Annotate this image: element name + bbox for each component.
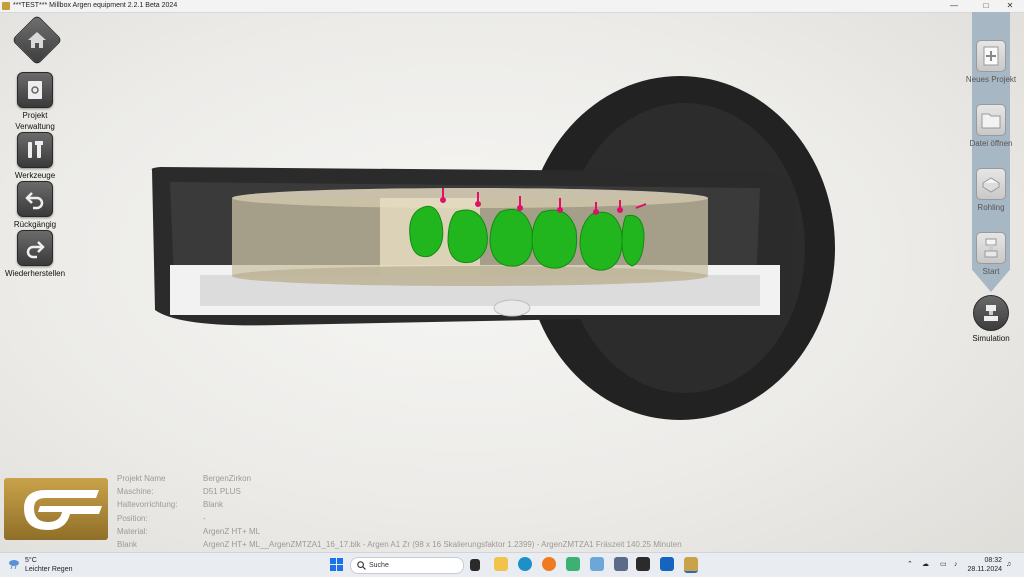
projekt-verwaltung-button[interactable]: Projekt Verwaltung — [0, 72, 70, 132]
project-info-panel: Projekt Name BergenZirkon Maschine: D51 PL… — [117, 472, 682, 551]
project-icon — [17, 72, 53, 108]
werkzeuge-button[interactable]: Werkzeuge — [0, 132, 70, 181]
windows-start-icon[interactable] — [330, 558, 343, 571]
clock-time: 08:32 — [984, 557, 1002, 564]
neues-projekt-label: Neues Projekt — [965, 75, 1017, 84]
home-icon[interactable] — [27, 31, 47, 49]
info-row-position: Position: - — [117, 513, 206, 523]
app-icon — [2, 2, 10, 10]
taskbar: 5°C Leichter Regen Suche ⌃ ☁ ▭ ♪ 08:32 28… — [0, 552, 1024, 577]
outlook-icon[interactable] — [660, 557, 674, 571]
clock[interactable]: 08:32 28.11.2024 — [960, 556, 1002, 574]
start-label: Start — [982, 267, 1000, 276]
info-row-material: Material: ArgenZ HT+ ML — [117, 526, 261, 536]
tray-overflow-icon[interactable]: ⌃ — [907, 553, 913, 577]
clock-date: 28.11.2024 — [967, 566, 1002, 573]
wiederherstellen-button[interactable]: Wiederherstellen — [0, 230, 70, 279]
info-row-blank: Blank ArgenZ HT+ ML__ArgenZMTZA1_16_17.bl… — [117, 539, 682, 549]
weather-desc: Leichter Regen — [25, 566, 73, 573]
simulation-icon — [973, 295, 1009, 331]
blank-icon — [976, 168, 1006, 200]
millbox-taskbar-icon[interactable] — [684, 557, 698, 573]
simulation-label: Simulation — [972, 334, 1010, 343]
undo-icon — [17, 181, 53, 217]
tools-icon — [17, 132, 53, 168]
datei-oeffnen-button[interactable]: Datei öffnen — [961, 104, 1021, 149]
argen-logo — [4, 478, 108, 540]
photos-icon[interactable] — [590, 557, 604, 571]
info-row-project-name: Projekt Name BergenZirkon — [117, 474, 252, 483]
firefox-icon[interactable] — [542, 557, 556, 571]
search-icon — [357, 561, 366, 570]
start-button[interactable]: Start — [961, 232, 1021, 277]
wiederherstellen-label: Wiederherstellen — [4, 269, 66, 278]
volume-icon[interactable]: ♪ — [954, 553, 958, 577]
info-row-fixture: Haltevorrichtung: Blank — [117, 500, 224, 510]
monitor-icon[interactable]: ▭ — [940, 553, 947, 577]
rueckgaengig-button[interactable]: Rückgängig — [0, 181, 70, 230]
edge-browser-icon[interactable] — [518, 557, 532, 571]
new-project-icon — [976, 40, 1006, 72]
weather-temp: 5°C — [25, 557, 37, 564]
window-title: ***TEST*** Millbox Argen equipment 2.2.1… — [13, 2, 178, 9]
rueckgaengig-label: Rückgängig — [13, 220, 57, 229]
datei-oeffnen-label: Datei öffnen — [969, 139, 1013, 148]
taskbar-search[interactable]: Suche — [350, 557, 464, 574]
start-icon — [976, 232, 1006, 264]
info-row-machine: Maschine: D51 PLUS — [117, 487, 241, 497]
search-label: Suche — [369, 562, 389, 569]
title-bar: ***TEST*** Millbox Argen equipment 2.2.1… — [0, 0, 1024, 13]
open-file-icon — [976, 104, 1006, 136]
file-explorer-icon[interactable] — [494, 557, 508, 571]
app-icon-7[interactable] — [614, 557, 628, 571]
rain-cloud-icon — [9, 560, 19, 569]
redo-icon — [17, 230, 53, 266]
werkzeuge-label: Werkzeuge — [14, 171, 56, 180]
cloud-icon[interactable]: ☁ — [922, 553, 929, 577]
projekt-label-line1: Projekt — [22, 111, 48, 120]
rohling-button[interactable]: Rohling — [961, 168, 1021, 213]
simulation-button[interactable]: Simulation — [961, 295, 1021, 344]
minimize-button[interactable]: — — [940, 0, 968, 12]
projekt-label-line2: Verwaltung — [15, 122, 55, 131]
store-icon[interactable] — [566, 557, 580, 571]
notification-bell-icon[interactable]: ♫ — [1006, 553, 1011, 577]
teamviewer-icon[interactable] — [636, 557, 650, 571]
task-view-icon[interactable] — [470, 559, 480, 571]
3d-viewport[interactable] — [140, 70, 840, 430]
neues-projekt-button[interactable]: Neues Projekt — [961, 40, 1021, 85]
close-button[interactable]: ✕ — [996, 0, 1024, 12]
rohling-label: Rohling — [977, 203, 1005, 212]
